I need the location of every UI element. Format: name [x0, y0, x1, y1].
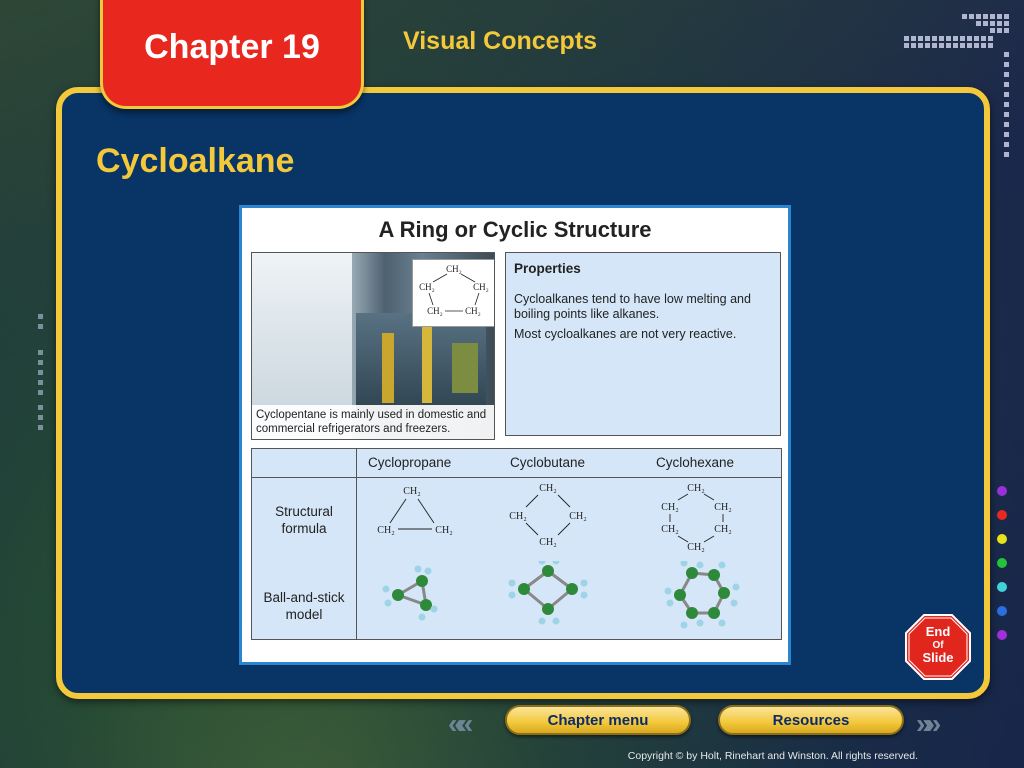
- svg-text:CH₂: CH₂: [509, 511, 526, 522]
- svg-text:CH₂: CH₂: [403, 486, 420, 497]
- property-item: Most cycloalkanes are not very reactive.: [514, 327, 737, 341]
- col-header-cyclohexane: Cyclohexane: [656, 455, 735, 470]
- dot-icon: [997, 534, 1007, 544]
- properties-box: Properties Cycloalkanes tend to have low…: [505, 252, 781, 436]
- color-dots: [997, 486, 1007, 654]
- properties-heading: Properties: [514, 261, 581, 276]
- svg-text:End: End: [926, 624, 951, 639]
- mini-ch2-br: CH₂: [465, 306, 481, 316]
- dot-icon: [997, 486, 1007, 496]
- forward-arrows-icon[interactable]: »»: [916, 708, 941, 740]
- svg-text:CH₂: CH₂: [661, 524, 678, 535]
- svg-text:CH₂: CH₂: [687, 483, 704, 494]
- figure-title: A Ring or Cyclic Structure: [378, 217, 652, 242]
- dot-icon: [997, 630, 1007, 640]
- dot-icon: [997, 558, 1007, 568]
- svg-text:CH₂: CH₂: [714, 502, 731, 513]
- section-label: Visual Concepts: [403, 27, 598, 55]
- svg-text:CH₂: CH₂: [569, 511, 586, 522]
- row-label-structural: Structural formula: [275, 504, 333, 536]
- dot-icon: [997, 606, 1007, 616]
- svg-text:CH₂: CH₂: [661, 502, 678, 513]
- photo-caption: Cyclopentane is mainly used in domestic …: [252, 405, 494, 439]
- dot-icon: [997, 510, 1007, 520]
- row-label-ball-stick: Ball-and-stick model: [263, 590, 345, 622]
- back-arrows-icon[interactable]: ««: [448, 708, 473, 740]
- mini-ch2-bl: CH₂: [427, 306, 443, 316]
- slide-title: Cycloalkane: [96, 142, 295, 180]
- end-of-slide-button[interactable]: End Of Slide: [905, 614, 971, 680]
- chapter-menu-button[interactable]: Chapter menu: [505, 705, 691, 735]
- svg-text:CH₂: CH₂: [714, 524, 731, 535]
- resources-button[interactable]: Resources: [718, 705, 904, 735]
- col-header-cyclopropane: Cyclopropane: [368, 455, 452, 470]
- refrigerator-photo: CH₂ CH₂ CH₂ CH₂ CH₂ Cyclopentane is main…: [251, 252, 495, 440]
- svg-text:CH₂: CH₂: [377, 525, 394, 536]
- chapter-label: Chapter 19: [144, 28, 320, 66]
- chapter-tab: Chapter 19: [100, 0, 364, 109]
- col-header-cyclobutane: Cyclobutane: [510, 455, 586, 470]
- cyclic-structure-figure: A Ring or Cyclic Structure CH₂ CH₂ CH₂ C…: [239, 205, 791, 665]
- comparison-table: Cyclopropane Cyclobutane Cyclohexane Str…: [251, 448, 782, 640]
- structural-formulas: CH₂ CH₂ CH₂ CH₂ CH₂ CH₂ CH₂ CH₂ CH₂ CH₂ …: [377, 483, 731, 553]
- property-item: Cycloalkanes tend to have low melting an…: [514, 292, 751, 321]
- svg-text:Slide: Slide: [922, 650, 953, 665]
- svg-text:CH₂: CH₂: [435, 525, 452, 536]
- svg-text:CH₂: CH₂: [539, 537, 556, 548]
- mini-ch2-top: CH₂: [446, 264, 462, 274]
- mini-ch2-right: CH₂: [473, 282, 489, 292]
- copyright-text: Copyright © by Holt, Rinehart and Winsto…: [627, 750, 918, 762]
- dot-icon: [997, 582, 1007, 592]
- ball-and-stick-models: [382, 561, 740, 629]
- decorative-left-grid-icon: [38, 314, 43, 430]
- svg-text:CH₂: CH₂: [539, 483, 556, 494]
- cyclopentane-structure: CH₂ CH₂ CH₂ CH₂ CH₂: [412, 259, 494, 327]
- mini-ch2-left: CH₂: [419, 282, 435, 292]
- svg-text:CH₂: CH₂: [687, 542, 704, 553]
